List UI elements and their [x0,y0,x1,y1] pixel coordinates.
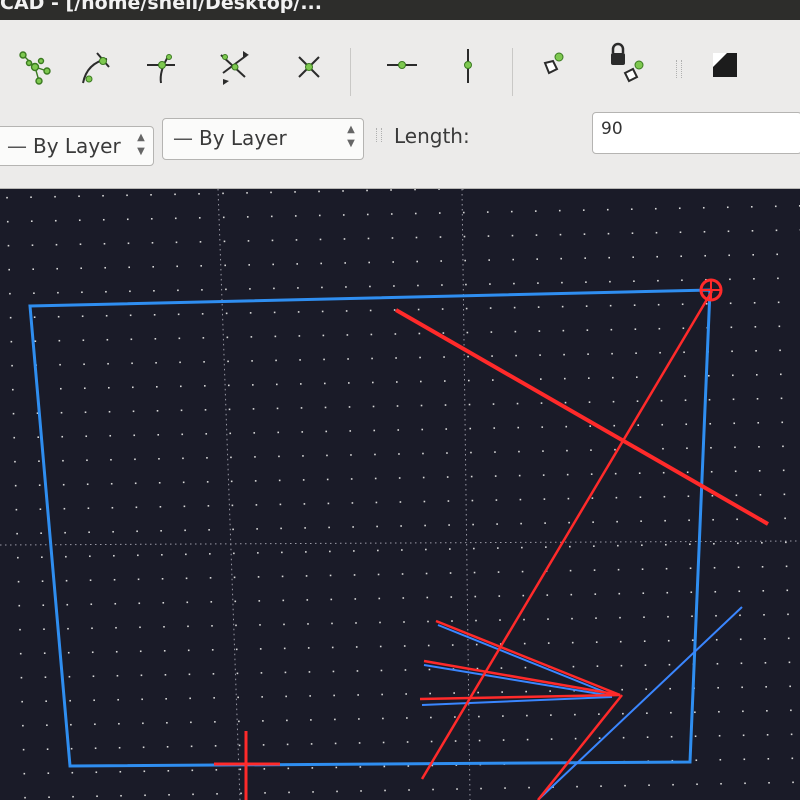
toolbar-separator [350,48,351,96]
toolbar-separator [512,48,513,96]
chevron-updown-icon: ▲ ▼ [347,124,355,149]
drawing-canvas[interactable] [0,189,800,800]
canvas-background [0,189,800,800]
toolbar-grip[interactable] [676,60,682,78]
lock-relative-zero-icon[interactable] [600,36,656,96]
snap-toolbar [0,20,800,108]
linetype-select[interactable]: — By Layer ▲ ▼ [0,126,154,166]
layer-color-icon[interactable] [696,36,752,96]
line-style-icon: — [7,134,27,158]
chevron-updown-icon: ▲ ▼ [137,132,145,157]
window-title-bar: CAD - [/home/shell/Desktop/... [0,0,800,22]
snap-crosshair-icon[interactable] [280,36,336,96]
line-style-icon: — [173,126,193,150]
snap-free-icon[interactable] [8,36,64,96]
snap-point-marker[interactable] [699,278,723,302]
snap-intersection-icon[interactable] [206,36,262,96]
snap-on-entity-icon[interactable] [68,36,124,96]
linewidth-select[interactable]: — By Layer ▲ ▼ [162,118,364,160]
length-input[interactable]: 90 [592,112,800,154]
options-grip [376,128,382,142]
snap-center-icon[interactable] [132,36,188,96]
restrict-vertical-icon[interactable] [440,36,496,96]
window-title: CAD - [/home/shell/Desktop/... [0,0,322,14]
length-label: Length: [394,124,470,148]
linetype-value: By Layer [33,134,121,158]
relative-zero-icon[interactable] [524,36,580,96]
linewidth-value: By Layer [199,126,287,150]
restrict-horizontal-icon[interactable] [374,36,430,96]
